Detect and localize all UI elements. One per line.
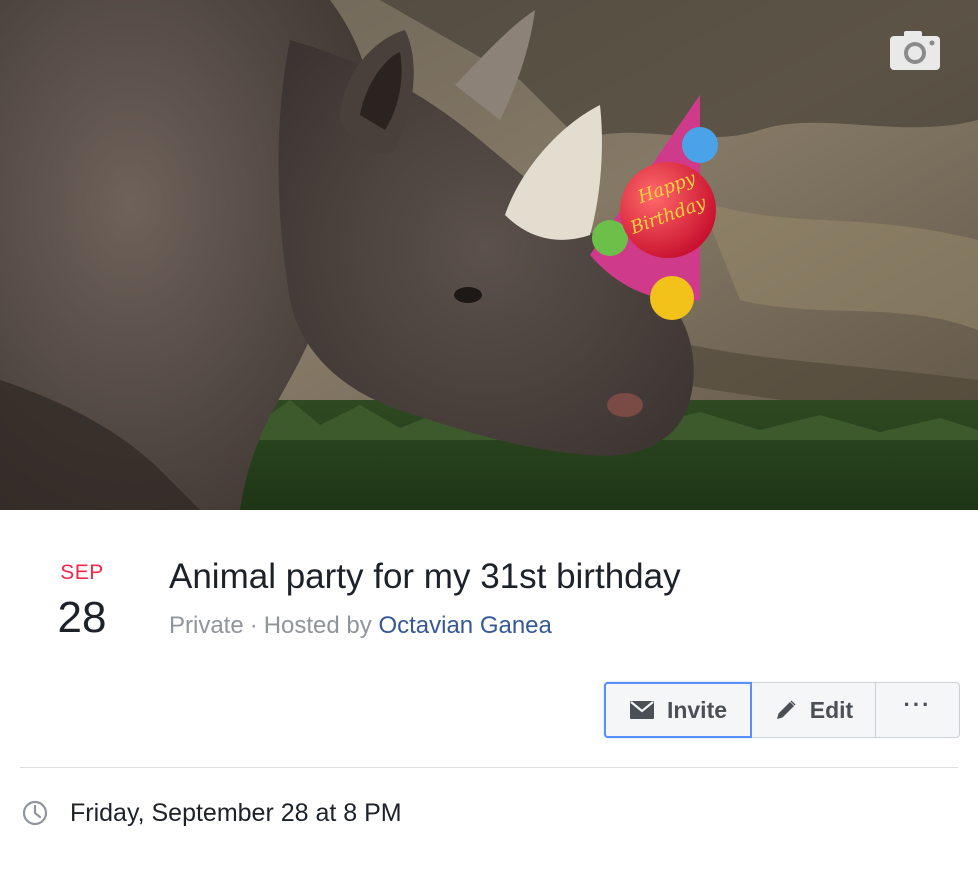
edit-label: Edit [809, 696, 854, 723]
event-time-text: Friday, September 28 at 8 PM [70, 799, 402, 827]
envelope-icon [629, 701, 654, 719]
camera-icon [890, 31, 940, 70]
hosted-by-label: Hosted by [263, 612, 372, 639]
more-options-button[interactable]: ··· [876, 682, 960, 738]
event-date-badge: SEP 28 [40, 561, 124, 643]
more-dots-icon: ··· [903, 692, 932, 717]
host-name-link[interactable]: Octavian Ganea [378, 612, 551, 639]
event-day: 28 [57, 593, 107, 642]
meta-separator: · [249, 612, 258, 639]
event-month: SEP [60, 561, 104, 584]
event-meta: Private · Hosted by Octavian Ganea [169, 611, 552, 641]
invite-button[interactable]: Invite [604, 682, 752, 738]
clock-icon [22, 800, 48, 826]
event-time-row: Friday, September 28 at 8 PM [22, 797, 402, 829]
invite-label: Invite [666, 696, 728, 723]
cover-illustration: Happy Birthday [0, 0, 978, 510]
section-divider [20, 767, 958, 768]
event-privacy: Private [169, 612, 244, 639]
change-cover-button[interactable] [888, 28, 942, 72]
event-title: Animal party for my 31st birthday [169, 557, 681, 596]
pencil-icon [776, 700, 796, 719]
event-cover-photo[interactable]: Happy Birthday [0, 0, 978, 510]
event-actions: Invite Edit ··· [604, 682, 960, 738]
edit-button[interactable]: Edit [752, 682, 876, 738]
